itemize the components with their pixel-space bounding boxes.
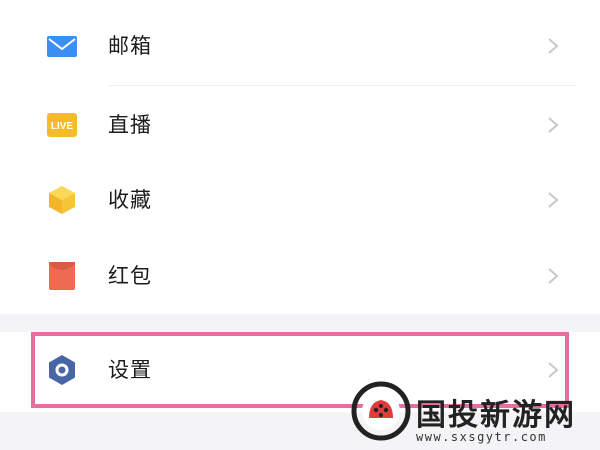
group-gap (0, 314, 600, 332)
favorites-cube-icon (46, 184, 78, 216)
top-strip (0, 0, 600, 8)
menu-item-mail[interactable]: 邮箱 (0, 8, 600, 84)
menu-item-label: 邮箱 (108, 34, 152, 58)
menu-item-label: 设置 (108, 358, 152, 382)
menu-item-red-envelope[interactable]: 红包 (0, 238, 600, 314)
settings-menu-screen: 邮箱 LIVE 直播 收藏 红包 设置 国投新游网 www.sxsgytr.co… (0, 0, 600, 450)
chevron-right-icon (546, 266, 560, 286)
site-logo-icon (350, 380, 412, 442)
svg-text:LIVE: LIVE (51, 121, 74, 132)
menu-item-label: 收藏 (108, 188, 152, 212)
menu-item-label: 直播 (108, 113, 152, 137)
watermark-title: 国投新游网 (416, 398, 576, 433)
menu-item-favorites[interactable]: 收藏 (0, 162, 600, 238)
site-watermark: 国投新游网 www.sxsgytr.com (344, 374, 600, 450)
red-envelope-icon (46, 260, 78, 292)
menu-item-label: 红包 (108, 264, 152, 288)
settings-hexagon-icon (46, 354, 78, 386)
watermark-url: www.sxsgytr.com (416, 430, 547, 444)
divider (108, 85, 576, 86)
chevron-right-icon (546, 190, 560, 210)
chevron-right-icon (546, 36, 560, 56)
menu-item-live[interactable]: LIVE 直播 (0, 87, 600, 163)
live-icon: LIVE (46, 109, 78, 141)
chevron-right-icon (546, 115, 560, 135)
mail-icon (46, 30, 78, 62)
